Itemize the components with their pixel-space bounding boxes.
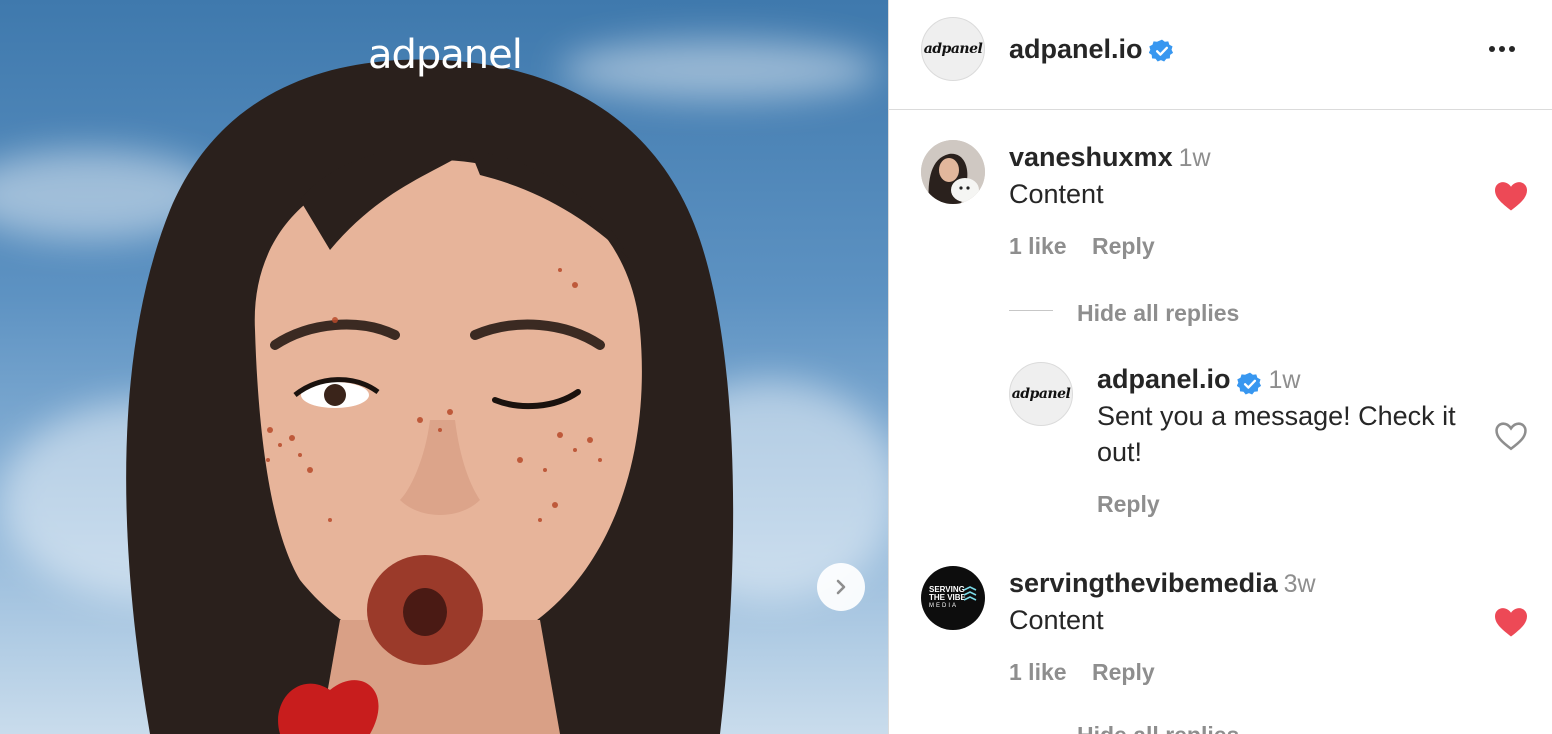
reply-avatar[interactable]: adpanel bbox=[1009, 362, 1073, 426]
chevron-right-icon bbox=[836, 579, 846, 595]
next-slide-button[interactable] bbox=[817, 563, 865, 611]
comment-text: Content bbox=[1009, 179, 1104, 209]
post-header: adpanel adpanel.io bbox=[889, 0, 1552, 110]
author-username-row: adpanel.io bbox=[1009, 34, 1175, 65]
reply-header: adpanel.io 1w bbox=[1097, 364, 1301, 397]
media-brand-text: adpanel bbox=[368, 32, 523, 78]
reply-time[interactable]: 1w bbox=[1269, 366, 1301, 394]
comment-reply-button[interactable]: Reply bbox=[1092, 233, 1155, 260]
liked-heart-icon[interactable] bbox=[1493, 606, 1529, 638]
comment-reply-button[interactable]: Reply bbox=[1092, 659, 1155, 686]
verified-badge-icon bbox=[1236, 372, 1261, 395]
wave-logo-icon bbox=[963, 586, 977, 601]
comment-header: servingthevibemedia 3w bbox=[1009, 568, 1316, 599]
hide-replies-toggle[interactable]: Hide all replies bbox=[1077, 300, 1239, 327]
comment-time[interactable]: 3w bbox=[1284, 570, 1316, 598]
reply-avatar-logo: adpanel bbox=[1011, 386, 1071, 402]
author-username[interactable]: adpanel.io bbox=[1009, 34, 1143, 64]
comment-username[interactable]: servingthevibemedia bbox=[1009, 568, 1278, 598]
commenter-photo bbox=[921, 140, 985, 204]
more-options-icon[interactable] bbox=[1486, 37, 1522, 61]
comment-likes[interactable]: 1 like bbox=[1009, 659, 1067, 686]
post-media[interactable]: adpanel bbox=[0, 0, 888, 734]
commenter-avatar-logo: SERVING THE VIBE MEDIA bbox=[929, 585, 966, 610]
comment-text: Content bbox=[1009, 605, 1104, 635]
comment-likes[interactable]: 1 like bbox=[1009, 233, 1067, 260]
post-photo bbox=[126, 59, 734, 734]
comment-header: vaneshuxmx 1w bbox=[1009, 142, 1211, 173]
comments-panel: adpanel adpanel.io vaneshuxmx 1w Content… bbox=[889, 0, 1552, 734]
reply-username[interactable]: adpanel.io bbox=[1097, 364, 1231, 394]
commenter-avatar[interactable]: SERVING THE VIBE MEDIA bbox=[921, 566, 985, 630]
comment-username[interactable]: vaneshuxmx bbox=[1009, 142, 1173, 172]
heart-outline-icon[interactable] bbox=[1494, 420, 1528, 452]
comment-time[interactable]: 1w bbox=[1179, 144, 1211, 172]
reply-reply-button[interactable]: Reply bbox=[1097, 491, 1160, 518]
reply-text-line-1: Sent you a message! Check it bbox=[1097, 401, 1456, 431]
author-avatar[interactable]: adpanel bbox=[921, 17, 985, 81]
hide-replies-toggle[interactable]: Hide all replies bbox=[1077, 722, 1239, 734]
author-avatar-logo: adpanel bbox=[923, 41, 983, 57]
reply-text-line-2: out! bbox=[1097, 437, 1143, 467]
liked-heart-icon[interactable] bbox=[1493, 180, 1529, 212]
commenter-avatar[interactable] bbox=[921, 140, 985, 204]
verified-badge-icon bbox=[1148, 39, 1173, 62]
replies-divider-line bbox=[1009, 310, 1053, 311]
